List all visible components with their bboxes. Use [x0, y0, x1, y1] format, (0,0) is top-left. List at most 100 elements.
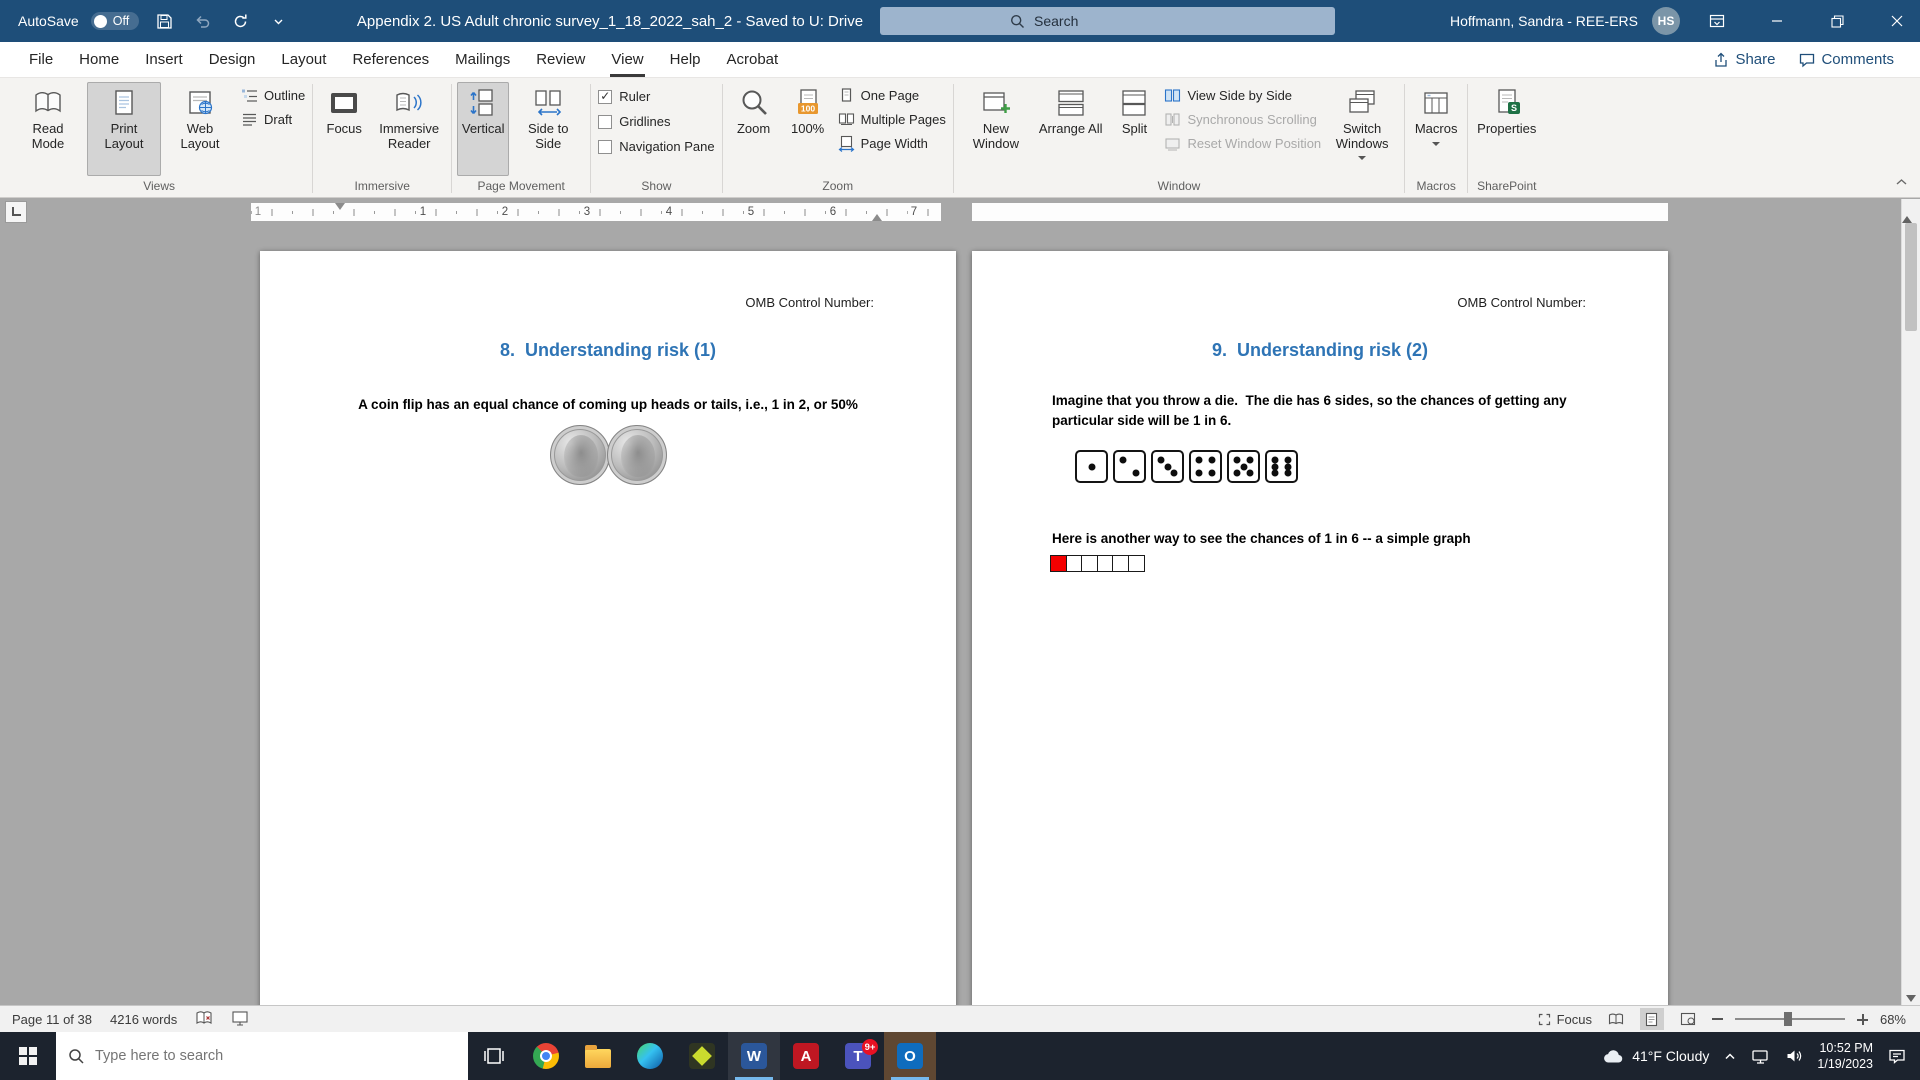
navigation-pane-checkbox[interactable]: Navigation Pane: [598, 139, 714, 154]
file-explorer-icon[interactable]: [572, 1032, 624, 1080]
zoom-100-button[interactable]: 100 100%: [782, 82, 834, 176]
save-button[interactable]: [151, 8, 177, 34]
switch-windows-button[interactable]: Switch Windows: [1325, 82, 1399, 176]
autosave-toggle[interactable]: Off: [91, 12, 139, 30]
volume-icon[interactable]: [1785, 1048, 1802, 1064]
close-button[interactable]: [1874, 0, 1920, 42]
taskbar-search[interactable]: [56, 1032, 468, 1080]
graph-cell-filled[interactable]: [1050, 555, 1067, 572]
task-view-button[interactable]: [468, 1032, 520, 1080]
page-indicator[interactable]: Page 11 of 38: [12, 1012, 92, 1027]
omb-control-label[interactable]: OMB Control Number:: [260, 295, 956, 310]
ruler-checkbox[interactable]: Ruler: [598, 89, 714, 104]
network-icon[interactable]: [1751, 1048, 1770, 1065]
avatar[interactable]: HS: [1652, 7, 1680, 35]
weather-widget[interactable]: 41°F Cloudy: [1603, 1048, 1709, 1064]
display-settings-button[interactable]: [231, 1009, 249, 1030]
split-button[interactable]: Split: [1108, 82, 1160, 176]
vertical-button[interactable]: Vertical: [457, 82, 509, 176]
tab-references[interactable]: References: [339, 42, 442, 77]
graph-cell-empty[interactable]: [1112, 555, 1129, 572]
document-page-11[interactable]: OMB Control Number: 8. Understanding ris…: [260, 251, 956, 1005]
web-layout-view-button[interactable]: [1676, 1008, 1700, 1030]
comments-button[interactable]: Comments: [1799, 51, 1894, 68]
right-indent-marker[interactable]: [872, 214, 882, 221]
new-window-button[interactable]: New Window: [959, 82, 1033, 176]
ribbon-display-options-button[interactable]: [1694, 0, 1740, 42]
zoom-slider-thumb[interactable]: [1784, 1012, 1792, 1026]
zoom-button[interactable]: Zoom: [728, 82, 780, 176]
titlebar-search[interactable]: Search: [880, 7, 1335, 35]
immersive-reader-button[interactable]: Immersive Reader: [372, 82, 446, 176]
minimize-button[interactable]: [1754, 0, 1800, 42]
tab-help[interactable]: Help: [657, 42, 714, 77]
collapse-ribbon-button[interactable]: [1895, 174, 1908, 192]
graph-cell-empty[interactable]: [1081, 555, 1098, 572]
die-image-5[interactable]: [1227, 450, 1260, 483]
scroll-down-arrow-icon[interactable]: [1906, 995, 1916, 1002]
gridlines-checkbox[interactable]: Gridlines: [598, 114, 714, 129]
tab-insert[interactable]: Insert: [132, 42, 196, 77]
outlook-icon[interactable]: O: [884, 1032, 936, 1080]
view-side-by-side-button[interactable]: View Side by Side: [1164, 87, 1321, 104]
acrobat-icon[interactable]: A: [780, 1032, 832, 1080]
graph-caption[interactable]: Here is another way to see the chances o…: [1052, 529, 1608, 549]
teams-icon[interactable]: T9+: [832, 1032, 884, 1080]
tab-acrobat[interactable]: Acrobat: [714, 42, 792, 77]
tab-layout[interactable]: Layout: [268, 42, 339, 77]
multiple-pages-button[interactable]: Multiple Pages: [838, 111, 946, 128]
page-width-button[interactable]: Page Width: [838, 135, 946, 152]
body-text[interactable]: Imagine that you throw a die. The die ha…: [1052, 391, 1608, 430]
macros-button[interactable]: Macros: [1410, 82, 1462, 176]
word-icon[interactable]: W: [728, 1032, 780, 1080]
zoom-in-button[interactable]: [1857, 1014, 1868, 1025]
coin-image-tails[interactable]: [607, 425, 667, 485]
scrollbar-thumb[interactable]: [1905, 223, 1917, 331]
graph-cell-empty[interactable]: [1097, 555, 1114, 572]
document-canvas[interactable]: OMB Control Number: 8. Understanding ris…: [0, 226, 1920, 1005]
draft-button[interactable]: Draft: [241, 111, 305, 128]
proofing-errors-button[interactable]: [195, 1009, 213, 1030]
die-image-3[interactable]: [1151, 450, 1184, 483]
restore-button[interactable]: [1814, 0, 1860, 42]
die-image-1[interactable]: [1075, 450, 1108, 483]
tab-view[interactable]: View: [598, 42, 656, 77]
zoom-slider[interactable]: [1735, 1018, 1845, 1020]
graph-cell-empty[interactable]: [1066, 555, 1083, 572]
page-heading[interactable]: 8. Understanding risk (1): [260, 340, 956, 361]
print-layout-button[interactable]: Print Layout: [87, 82, 161, 176]
scroll-up-arrow-icon[interactable]: [1902, 199, 1912, 223]
user-name[interactable]: Hoffmann, Sandra - REE-ERS: [1450, 13, 1638, 29]
print-layout-view-button[interactable]: [1640, 1008, 1664, 1030]
die-image-6[interactable]: [1265, 450, 1298, 483]
die-image-4[interactable]: [1189, 450, 1222, 483]
tab-mailings[interactable]: Mailings: [442, 42, 523, 77]
page-heading[interactable]: 9. Understanding risk (2): [972, 340, 1668, 361]
tab-design[interactable]: Design: [196, 42, 269, 77]
word-count[interactable]: 4216 words: [110, 1012, 177, 1027]
tab-selector[interactable]: [5, 201, 27, 223]
tab-file[interactable]: File: [16, 42, 66, 77]
risk-graph[interactable]: [1050, 555, 1668, 572]
outline-button[interactable]: Outline: [241, 87, 305, 104]
share-button[interactable]: Share: [1713, 51, 1775, 68]
start-button[interactable]: [0, 1032, 56, 1080]
body-text[interactable]: A coin flip has an equal chance of comin…: [260, 395, 956, 415]
horizontal-ruler[interactable]: 1 1 2 3 4 5 6 7: [251, 203, 941, 221]
horizontal-ruler-right[interactable]: [972, 203, 1668, 221]
coin-image-heads[interactable]: [550, 425, 610, 485]
document-page-12[interactable]: OMB Control Number: 9. Understanding ris…: [972, 251, 1668, 1005]
read-mode-view-button[interactable]: [1604, 1008, 1628, 1030]
app-icon[interactable]: [676, 1032, 728, 1080]
side-to-side-button[interactable]: Side to Side: [511, 82, 585, 176]
one-page-button[interactable]: One Page: [838, 87, 946, 104]
properties-button[interactable]: S Properties: [1473, 82, 1540, 176]
vertical-scrollbar[interactable]: [1901, 199, 1920, 1005]
customize-qat-button[interactable]: [265, 8, 291, 34]
die-image-2[interactable]: [1113, 450, 1146, 483]
zoom-out-button[interactable]: [1712, 1018, 1723, 1020]
focus-mode-button[interactable]: Focus: [1537, 1012, 1592, 1027]
arrange-all-button[interactable]: Arrange All: [1035, 82, 1107, 176]
action-center-button[interactable]: [1888, 1048, 1906, 1064]
web-layout-button[interactable]: Web Layout: [163, 82, 237, 176]
